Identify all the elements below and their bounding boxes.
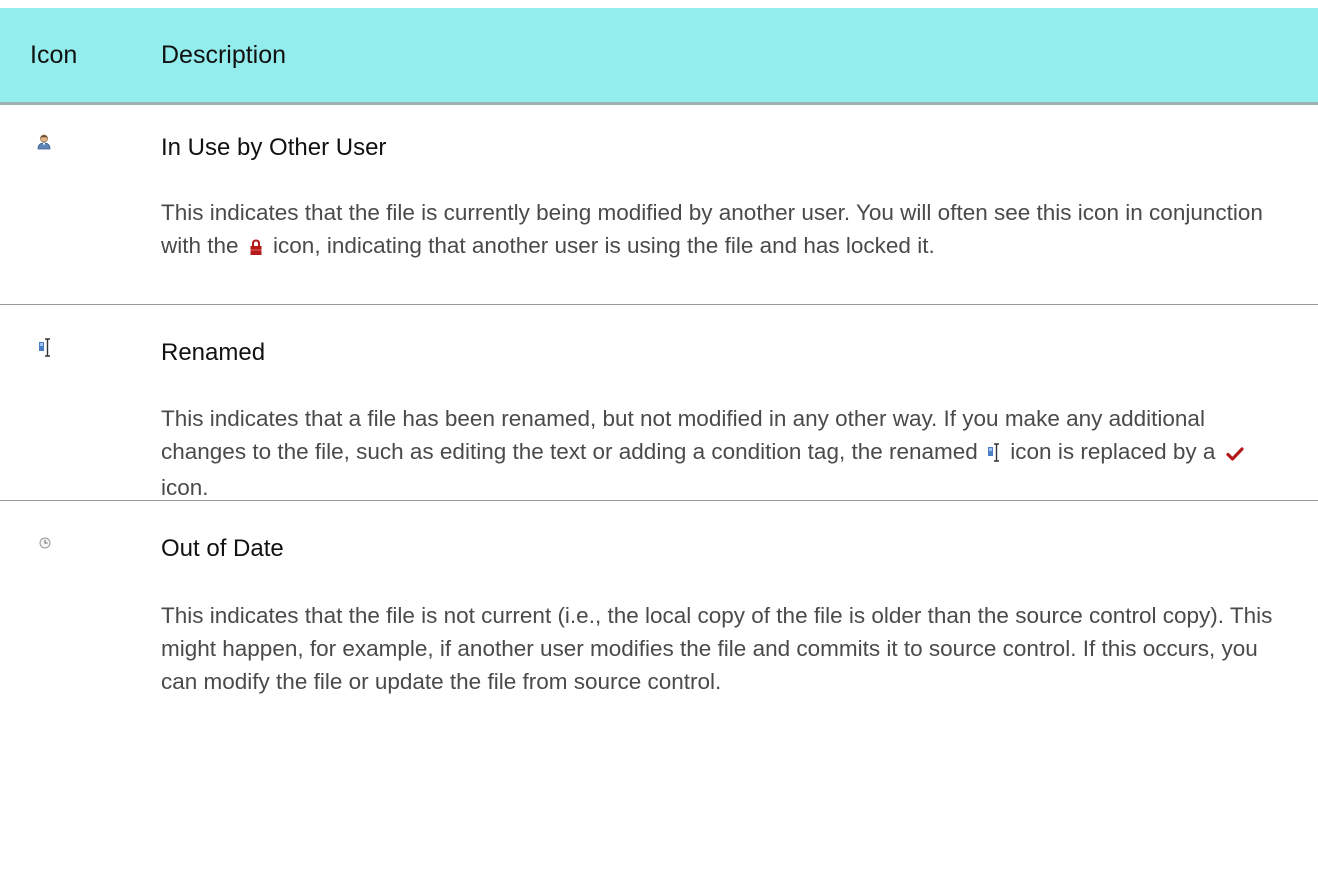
icon-cell	[0, 501, 161, 771]
row-body: This indicates that a file has been rena…	[161, 402, 1288, 504]
rename-icon	[39, 338, 50, 357]
table-header: Icon Description	[0, 8, 1318, 105]
row-title: Out of Date	[161, 535, 284, 562]
clock-icon	[39, 537, 51, 549]
lock-icon	[249, 232, 263, 265]
description-cell: Out of Date This indicates that the file…	[161, 501, 1318, 771]
header-icon-column: Icon	[30, 40, 78, 69]
row-title: Renamed	[161, 339, 266, 366]
row-body: This indicates that the file is currentl…	[161, 196, 1288, 265]
row-body: This indicates that the file is not curr…	[161, 603, 1273, 694]
table-row: Out of Date This indicates that the file…	[0, 501, 1318, 771]
header-description-column: Description	[161, 40, 287, 69]
table-row: In Use by Other User This indicates that…	[0, 105, 1318, 305]
body-text: icon, indicating that another user is us…	[266, 233, 935, 258]
row-title: In Use by Other User	[161, 134, 387, 161]
user-icon	[37, 134, 51, 150]
icon-cell	[0, 305, 161, 500]
body-text: icon is replaced by a	[1004, 439, 1222, 464]
description-cell: In Use by Other User This indicates that…	[161, 105, 1318, 304]
body-text: icon.	[161, 475, 209, 500]
icon-table: Icon Description In Use by Other User Th…	[0, 8, 1318, 771]
rename-icon	[988, 438, 1000, 471]
description-cell: Renamed This indicates that a file has b…	[161, 305, 1318, 500]
icon-cell	[0, 105, 161, 304]
table-row: Renamed This indicates that a file has b…	[0, 305, 1318, 501]
checkmark-icon	[1226, 438, 1244, 471]
